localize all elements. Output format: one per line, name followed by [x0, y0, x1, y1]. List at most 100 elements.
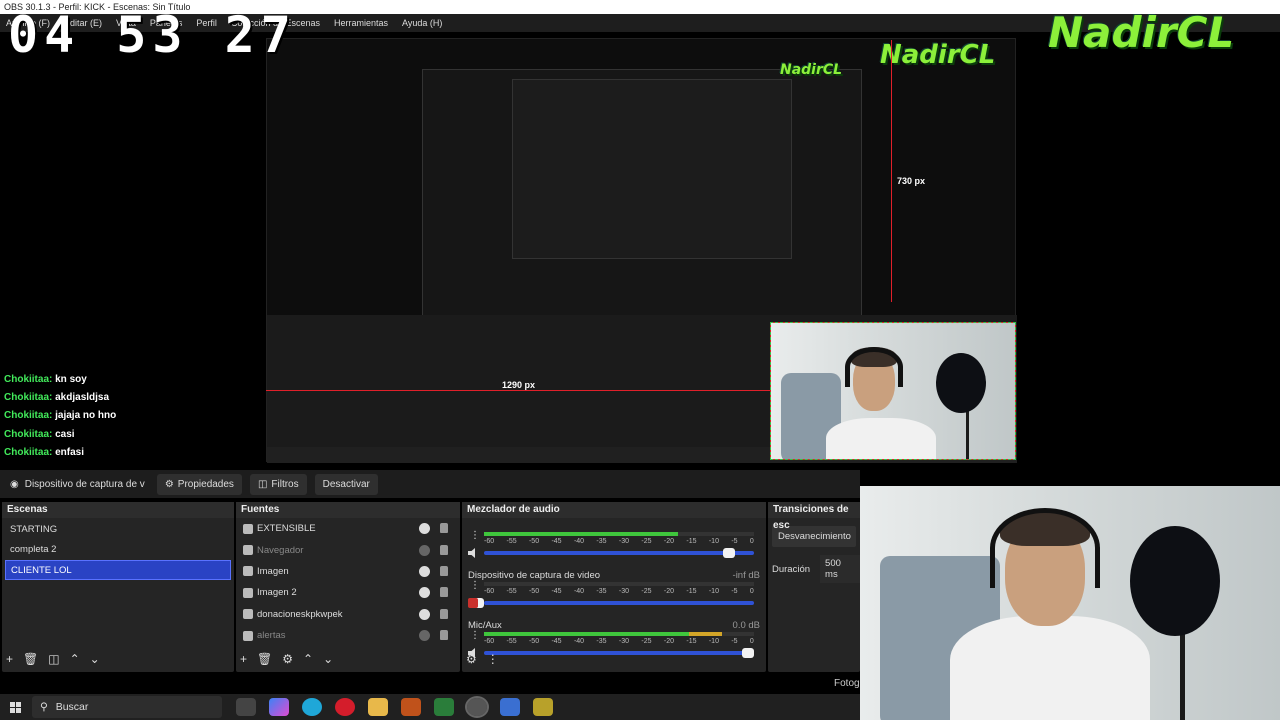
volume-meter	[484, 632, 754, 636]
mixer-title: Mezclador de audio	[462, 502, 766, 518]
channel-menu-icon[interactable]: ⋮	[470, 530, 480, 541]
slider-handle[interactable]	[723, 548, 736, 558]
add-scene-button[interactable]: +	[6, 652, 13, 666]
guide-line-horizontal	[266, 390, 770, 391]
lock-icon[interactable]	[440, 565, 448, 576]
channel-db: 0.0 dB	[732, 620, 760, 631]
folder-icon[interactable]	[368, 698, 388, 716]
slider-handle[interactable]	[742, 648, 754, 658]
chat-message: Chokiitaa: kn soy	[4, 374, 87, 385]
guide-measure-label: 730 px	[897, 176, 926, 186]
guide-line-vertical	[891, 40, 892, 302]
logo-large: NadirCL	[1048, 8, 1235, 57]
source-item[interactable]: EXTENSIBLE	[236, 518, 460, 539]
source-item[interactable]: alertas	[236, 625, 460, 646]
audio-mixer-panel: Mezclador de audio -60 -55 -50 -45 -40 -35 -30…	[462, 502, 766, 672]
filter-icon: ◫	[257, 478, 268, 490]
source-toolbar-name: ◉ Dispositivo de captura de v	[10, 478, 145, 490]
app-icon[interactable]	[434, 698, 454, 716]
mixer-settings-button[interactable]: ⚙	[466, 652, 477, 666]
lock-icon[interactable]	[440, 523, 448, 534]
move-down-button[interactable]: ⌄	[90, 652, 100, 666]
channel-menu-icon[interactable]: ⋮	[470, 580, 480, 591]
chat-message: Chokiitaa: casi	[4, 428, 75, 440]
filters-button[interactable]: ◫ Filtros	[249, 473, 307, 495]
eye-off-icon[interactable]	[419, 544, 430, 556]
eye-icon[interactable]	[419, 523, 430, 535]
scenes-title: Escenas	[2, 502, 234, 518]
deactivate-button[interactable]: Desactivar	[314, 473, 378, 495]
mixer-channel: Dispositivo de captura de video -inf dB -6…	[462, 568, 766, 618]
app-icon[interactable]	[401, 698, 421, 716]
transition-duration: Duración 500 ms	[768, 555, 860, 583]
channel-name: Dispositivo de captura de video	[468, 570, 601, 581]
source-type-icon	[243, 609, 253, 620]
camera-icon: ◉	[10, 478, 19, 490]
webcam-preview-source[interactable]	[770, 322, 1016, 460]
gear-icon: ⚙	[164, 478, 174, 490]
db-scale: -60 -55 -50 -45 -40 -35 -30 -25 -20 -15 -10 -5 0	[484, 638, 754, 645]
source-item[interactable]: donacioneskpkwpek	[236, 604, 460, 625]
db-scale: -60 -55 -50 -45 -40 -35 -30 -25 -20 -15 -10 -5 0	[484, 588, 754, 595]
menu-help[interactable]: Ayuda (H)	[402, 14, 442, 32]
eye-icon[interactable]	[419, 587, 430, 599]
app-icon[interactable]	[533, 698, 553, 716]
store-icon[interactable]	[500, 698, 520, 716]
task-view-icon[interactable]	[236, 698, 256, 716]
eye-icon[interactable]	[419, 608, 430, 620]
edge-icon[interactable]	[302, 698, 322, 716]
source-properties-button[interactable]: ⚙	[282, 652, 293, 666]
scene-item[interactable]: completa 2	[5, 540, 231, 560]
volume-slider[interactable]	[472, 598, 754, 608]
move-up-button[interactable]: ⌃	[303, 652, 313, 666]
eye-off-icon[interactable]	[419, 630, 430, 642]
lock-icon[interactable]	[440, 544, 448, 555]
volume-slider[interactable]	[484, 648, 754, 658]
remove-scene-button[interactable]: 🗑	[23, 652, 38, 666]
add-source-button[interactable]: +	[240, 652, 247, 666]
webcam-feed	[860, 486, 1280, 720]
source-item[interactable]: Navegador	[236, 539, 460, 560]
mixer-channel: Mic/Aux 0.0 dB -60 -55 -50 -45 -40 -35 -30 -25 -20…	[462, 618, 766, 668]
status-fps: Fotogr	[834, 678, 863, 689]
channel-menu-icon[interactable]: ⋮	[470, 630, 480, 641]
volume-meter	[484, 582, 754, 586]
sources-controls: + 🗑 ⚙ ⌃ ⌄	[240, 652, 333, 666]
sources-panel: Fuentes EXTENSIBLE Navegador Imagen Imagen …	[236, 502, 460, 672]
source-type-icon	[243, 587, 253, 598]
properties-button[interactable]: ⚙ Propiedades	[156, 473, 242, 495]
copilot-icon[interactable]	[269, 698, 289, 716]
sources-title: Fuentes	[236, 502, 460, 518]
scene-item-selected[interactable]: CLIENTE LOL	[5, 560, 231, 580]
obs-icon[interactable]	[465, 696, 489, 718]
lock-icon[interactable]	[440, 587, 448, 598]
scenes-panel: Escenas STARTING completa 2 CLIENTE LOL …	[2, 502, 234, 672]
mixer-channel: -60 -55 -50 -45 -40 -35 -30 -25 -20 -15 -10 -5 0 ⋮	[462, 518, 766, 568]
mute-icon[interactable]	[468, 598, 478, 608]
source-item[interactable]: Imagen 2	[236, 582, 460, 603]
move-up-button[interactable]: ⌃	[70, 652, 80, 666]
mixer-menu-button[interactable]: ⋮	[487, 652, 499, 666]
scene-item[interactable]: STARTING	[5, 520, 231, 540]
duration-input[interactable]: 500 ms	[820, 555, 860, 583]
opera-icon[interactable]	[335, 698, 355, 716]
source-type-icon	[243, 523, 253, 534]
chat-message: Chokiitaa: akdjasldjsa	[4, 392, 110, 404]
move-down-button[interactable]: ⌄	[323, 652, 333, 666]
remove-source-button[interactable]: 🗑	[257, 652, 272, 666]
scene-filters-button[interactable]: ◫	[48, 652, 59, 666]
lock-icon[interactable]	[440, 630, 448, 641]
transitions-panel: Transiciones de esc Desvanecimiento Dura…	[768, 502, 860, 672]
source-item[interactable]: Imagen	[236, 561, 460, 582]
lock-icon[interactable]	[440, 608, 448, 619]
source-label: EXTENSIBLE	[257, 523, 316, 535]
speaker-icon[interactable]	[468, 548, 475, 558]
eye-icon[interactable]	[419, 565, 430, 577]
menu-tools[interactable]: Herramientas	[334, 14, 388, 32]
logo-small: NadirCL	[780, 62, 843, 78]
duration-label: Duración	[772, 563, 811, 575]
start-button[interactable]	[0, 694, 30, 720]
taskbar-search[interactable]: ⚲ Buscar	[32, 696, 222, 718]
volume-slider[interactable]	[484, 548, 754, 558]
chat-overlay: Chokiitaa: kn soy Chokiitaa: akdjasldjsa…	[4, 371, 116, 462]
